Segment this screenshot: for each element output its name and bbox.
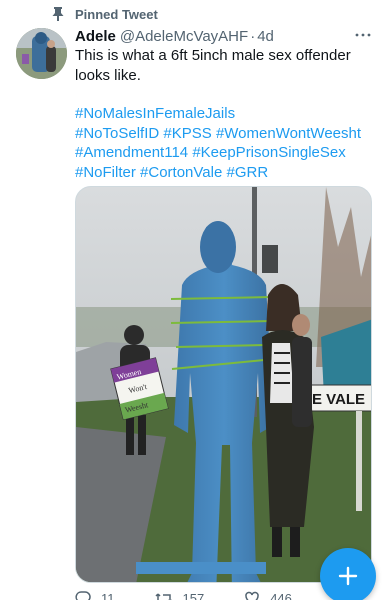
more-options-icon[interactable]: [354, 26, 372, 44]
compose-tweet-button[interactable]: [320, 548, 376, 600]
road-sign-text: E VALE: [312, 391, 365, 408]
hashtag[interactable]: #NoFilter: [75, 164, 136, 181]
tweet-hashtags: #NoMalesInFemaleJails #NoToSelfID #KPSS …: [75, 104, 375, 182]
retweet-count: 157: [182, 590, 205, 600]
hashtag[interactable]: #KeepPrisonSingleSex: [192, 144, 345, 161]
reply-icon: [75, 591, 91, 600]
heart-icon: [245, 591, 259, 600]
hashtag[interactable]: #WomenWontWeesht: [216, 125, 361, 142]
reply-button[interactable]: 11: [75, 590, 115, 600]
hashtag[interactable]: #GRR: [226, 164, 268, 181]
avatar[interactable]: [16, 28, 67, 79]
hashtag[interactable]: #Amendment114: [75, 144, 188, 161]
hashtag[interactable]: #NoToSelfID: [75, 125, 159, 142]
hashtag[interactable]: #CortonVale: [140, 164, 222, 181]
tweet-header: Adele @AdeleMcVayAHF · 4d: [75, 26, 372, 46]
compose-plus-icon: [338, 566, 358, 586]
hashtag[interactable]: #NoMalesInFemaleJails: [75, 105, 235, 122]
like-button[interactable]: 446: [244, 590, 292, 600]
tweet-text: This is what a 6ft 5inch male sex offend…: [75, 47, 351, 84]
tweet-time[interactable]: 4d: [257, 28, 274, 45]
like-count: 446: [270, 590, 292, 600]
pinned-tweet-header: Pinned Tweet: [52, 6, 158, 22]
retweet-button[interactable]: 157: [154, 590, 205, 600]
pin-icon: [52, 7, 64, 21]
author-handle[interactable]: @AdeleMcVayAHF: [120, 28, 248, 45]
pinned-tweet-label: Pinned Tweet: [75, 6, 158, 22]
author-name[interactable]: Adele: [75, 28, 116, 45]
retweet-icon: [154, 593, 172, 600]
hashtag[interactable]: #KPSS: [163, 125, 211, 142]
time-separator: ·: [250, 27, 256, 45]
tweet-photo[interactable]: E VALE Women Won't Weesht: [75, 186, 372, 583]
reply-count: 11: [101, 590, 115, 600]
